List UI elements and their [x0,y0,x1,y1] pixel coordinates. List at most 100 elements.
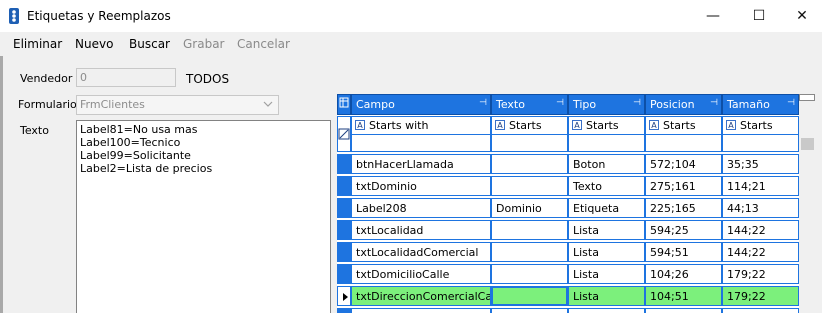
scroll-top-button[interactable] [799,94,815,101]
texto-line: Label81=No usa mas [80,123,198,136]
grid-cell-posicion[interactable]: 225;165 [645,198,722,218]
close-icon: ✕ [796,8,808,24]
grid-cell-posicion[interactable]: 104;26 [645,264,722,284]
grid-cell-tipo[interactable]: Lista [568,220,645,240]
pin-icon[interactable]: ⊣ [633,98,641,108]
grid-cell-tamano[interactable]: 179;22 [722,264,799,284]
col-header-posicion[interactable]: Posicion ⊣ [645,94,722,115]
grid-cell-tipo[interactable]: Lista [568,264,645,284]
menu-eliminar[interactable]: Eliminar [13,37,62,51]
minimize-icon: — [706,8,720,24]
grid-cell-tipo[interactable]: Etiqueta [568,198,645,218]
grid-cell-campo[interactable]: txtDireccionComercialCall [351,286,491,306]
grid-cell-posicion[interactable]: 572;104 [645,154,722,174]
data-grid[interactable]: Campo ⊣ Texto ⊣ Tipo ⊣ Posicion ⊣ Tamaño ⊣ AS… [337,94,799,313]
grid-cell-campo[interactable]: txtDominio [351,176,491,196]
row-selector[interactable] [337,286,351,306]
grid-cell-partial[interactable] [645,308,722,313]
vendedor-description: TODOS [186,72,230,86]
menu-grabar[interactable]: Grabar [183,37,225,51]
grid-cell-partial[interactable] [722,308,799,313]
grid-cell-campo[interactable]: Label208 [351,198,491,218]
row-selector[interactable] [337,242,351,262]
column-chooser-icon [339,97,349,108]
grid-cell-texto[interactable] [491,154,568,174]
grid-corner[interactable] [337,94,351,115]
maximize-button[interactable]: ☐ [736,0,782,32]
current-row-icon [343,293,348,301]
texto-line: Label99=Solicitante [80,149,191,162]
grid-cell-campo[interactable]: txtLocalidad [351,220,491,240]
col-header-texto[interactable]: Texto ⊣ [491,94,568,115]
grid-cell-texto[interactable] [491,242,568,262]
grid-cell-campo[interactable]: txtLocalidadComercial [351,242,491,262]
filter-tipo[interactable]: A Starts [568,116,645,152]
grid-cell-tamano[interactable]: 114;21 [722,176,799,196]
filter-campo[interactable]: A Starts with [351,116,491,152]
title-bar: Etiquetas y Reemplazos — ☐ ✕ [0,0,822,32]
grid-cell-texto[interactable] [491,264,568,284]
grid-cell-tipo[interactable]: Texto [568,176,645,196]
close-button[interactable]: ✕ [782,0,822,32]
grid-cell-campo[interactable]: txtDomicilioCalle [351,264,491,284]
texto-line: Label100=Tecnico [80,136,181,149]
filter-operator-icon[interactable]: A [355,120,365,130]
formulario-label: Formulario [18,98,77,111]
col-header-tamano[interactable]: Tamaño ⊣ [722,94,799,115]
grid-cell-posicion[interactable]: 594;25 [645,220,722,240]
filter-posicion[interactable]: A Starts [645,116,722,152]
grid-cell-tipo[interactable]: Boton [568,154,645,174]
filter-clear-icon [338,128,350,140]
vendedor-field[interactable]: 0 [76,68,176,87]
row-selector[interactable] [337,154,351,174]
menu-nuevo[interactable]: Nuevo [75,37,113,51]
vertical-scrollbar[interactable] [799,94,822,313]
pin-icon[interactable]: ⊣ [787,98,795,108]
grid-cell-posicion[interactable]: 275;161 [645,176,722,196]
grid-cell-texto[interactable] [491,286,568,306]
col-header-tipo[interactable]: Tipo ⊣ [568,94,645,115]
row-selector[interactable] [337,176,351,196]
filter-operator-icon[interactable]: A [726,120,736,130]
filter-tamano[interactable]: A Starts [722,116,799,152]
filter-operator-icon[interactable]: A [649,120,659,130]
menu-cancelar[interactable]: Cancelar [237,37,290,51]
grid-cell-tipo[interactable]: Lista [568,242,645,262]
grid-cell-tamano[interactable]: 144;22 [722,242,799,262]
grid-cell-texto[interactable] [491,220,568,240]
grid-cell-tamano[interactable]: 144;22 [722,220,799,240]
pin-icon[interactable]: ⊣ [710,98,718,108]
filter-row-selector[interactable] [337,116,351,152]
minimize-button[interactable]: — [690,0,736,32]
grid-cell-texto[interactable]: Dominio [491,198,568,218]
menu-buscar[interactable]: Buscar [129,37,170,51]
left-border [0,56,3,313]
pin-icon[interactable]: ⊣ [479,98,487,108]
chevron-down-icon [263,101,273,107]
row-selector[interactable] [337,308,351,313]
grid-cell-tamano[interactable]: 179;22 [722,286,799,306]
grid-cell-posicion[interactable]: 594;51 [645,242,722,262]
grid-cell-tamano[interactable]: 35;35 [722,154,799,174]
grid-cell-tamano[interactable]: 44;13 [722,198,799,218]
row-selector[interactable] [337,264,351,284]
row-selector[interactable] [337,198,351,218]
grid-cell-partial[interactable] [491,308,568,313]
filter-operator-icon[interactable]: A [572,120,582,130]
col-header-campo[interactable]: Campo ⊣ [351,94,491,115]
grid-cell-posicion[interactable]: 104;51 [645,286,722,306]
grid-cell-tipo[interactable]: Lista [568,286,645,306]
grid-cell-texto[interactable] [491,176,568,196]
grid-cell-partial[interactable] [568,308,645,313]
formulario-value: FrmClientes [80,98,145,111]
grid-cell-campo[interactable]: btnHacerLlamada [351,154,491,174]
menu-bar: Eliminar Nuevo Buscar Grabar Cancelar [0,32,822,56]
grid-cell-partial[interactable] [351,308,491,313]
scroll-thumb[interactable] [801,138,814,150]
formulario-select[interactable]: FrmClientes [76,95,279,115]
filter-texto[interactable]: A Starts [491,116,568,152]
filter-operator-icon[interactable]: A [495,120,505,130]
pin-icon[interactable]: ⊣ [556,98,564,108]
texto-textarea[interactable]: Label81=No usa mas Label100=Tecnico Labe… [76,120,331,313]
row-selector[interactable] [337,220,351,240]
